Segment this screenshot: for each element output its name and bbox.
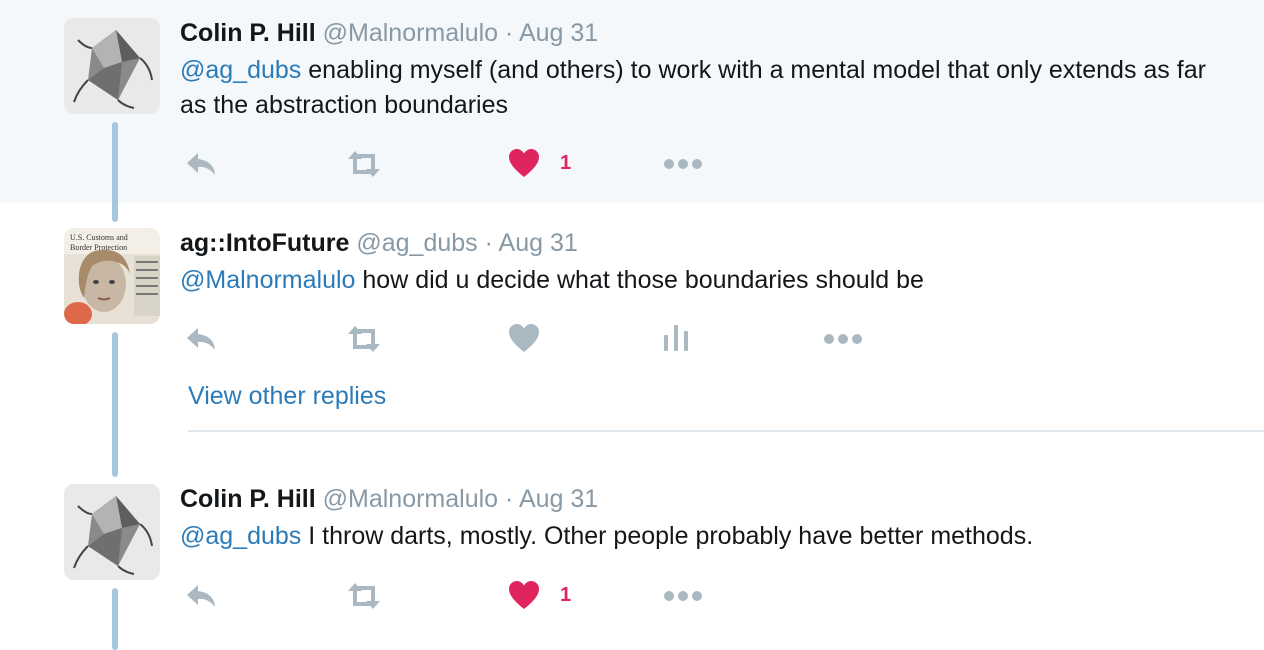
retweet-button[interactable] bbox=[344, 147, 384, 181]
username[interactable]: @Malnormalulo bbox=[323, 19, 498, 47]
tweet-body: enabling myself (and others) to work wit… bbox=[180, 56, 1206, 119]
heart-icon bbox=[509, 581, 539, 609]
tweet-header: Colin P. Hill @Malnormalulo · Aug 31 bbox=[180, 484, 598, 514]
timestamp[interactable]: Aug 31 bbox=[519, 19, 598, 47]
retweet-icon bbox=[348, 583, 380, 609]
tweet[interactable]: Colin P. Hill @Malnormalulo · Aug 31 @ag… bbox=[0, 0, 1264, 203]
heart-icon bbox=[509, 149, 539, 177]
more-button[interactable] bbox=[663, 147, 703, 181]
analytics-button[interactable] bbox=[662, 321, 690, 355]
separator: · bbox=[505, 19, 514, 47]
username[interactable]: @Malnormalulo bbox=[323, 485, 498, 513]
avatar[interactable] bbox=[64, 484, 160, 580]
divider bbox=[188, 430, 1264, 432]
view-other-replies-link[interactable]: View other replies bbox=[188, 380, 386, 412]
timestamp[interactable]: Aug 31 bbox=[499, 229, 578, 257]
tweet-header: ag::IntoFuture @ag_dubs · Aug 31 bbox=[180, 228, 578, 258]
retweet-icon bbox=[348, 151, 380, 177]
tweet[interactable]: Colin P. Hill @Malnormalulo · Aug 31 @ag… bbox=[0, 470, 1264, 650]
retweet-button[interactable] bbox=[344, 579, 384, 613]
analytics-icon bbox=[664, 325, 688, 351]
mention-link[interactable]: @ag_dubs bbox=[180, 56, 301, 84]
tweet[interactable]: U.S. Customs and Border Protection ag::I… bbox=[0, 203, 1264, 368]
like-count: 1 bbox=[560, 151, 572, 174]
retweet-button[interactable] bbox=[344, 322, 384, 356]
retweet-icon bbox=[348, 326, 380, 352]
tweet-body: I throw darts, mostly. Other people prob… bbox=[301, 522, 1034, 550]
reply-icon bbox=[187, 585, 215, 607]
more-icon bbox=[824, 334, 862, 344]
avatar[interactable] bbox=[64, 18, 160, 114]
username[interactable]: @ag_dubs bbox=[356, 229, 477, 257]
like-button[interactable] bbox=[508, 321, 540, 355]
reply-button[interactable] bbox=[184, 322, 218, 356]
reply-button[interactable] bbox=[184, 579, 218, 613]
timestamp[interactable]: Aug 31 bbox=[519, 485, 598, 513]
mention-link[interactable]: @ag_dubs bbox=[180, 522, 301, 550]
display-name[interactable]: Colin P. Hill bbox=[180, 19, 316, 47]
avatar[interactable]: U.S. Customs and Border Protection bbox=[64, 228, 160, 324]
like-button[interactable]: 1 bbox=[508, 578, 571, 612]
like-button[interactable]: 1 bbox=[508, 146, 571, 180]
tweet-body: how did u decide what those boundaries s… bbox=[355, 266, 924, 294]
more-icon bbox=[664, 159, 702, 169]
like-count: 1 bbox=[560, 583, 572, 606]
heart-icon bbox=[509, 324, 539, 352]
display-name[interactable]: ag::IntoFuture bbox=[180, 229, 349, 257]
reply-icon bbox=[187, 328, 215, 350]
display-name[interactable]: Colin P. Hill bbox=[180, 485, 316, 513]
svg-text:U.S. Customs and: U.S. Customs and bbox=[70, 233, 128, 242]
mention-link[interactable]: @Malnormalulo bbox=[180, 266, 355, 294]
more-icon bbox=[664, 591, 702, 601]
separator: · bbox=[505, 485, 514, 513]
more-button[interactable] bbox=[663, 579, 703, 613]
tweet-header: Colin P. Hill @Malnormalulo · Aug 31 bbox=[180, 18, 598, 48]
tweet-text: @ag_dubs enabling myself (and others) to… bbox=[180, 53, 1210, 123]
conversation-thread: Colin P. Hill @Malnormalulo · Aug 31 @ag… bbox=[0, 0, 1264, 650]
reply-button[interactable] bbox=[184, 147, 218, 181]
more-button[interactable] bbox=[823, 322, 863, 356]
separator: · bbox=[484, 229, 493, 257]
tweet-text: @Malnormalulo how did u decide what thos… bbox=[180, 263, 1210, 298]
reply-icon bbox=[187, 153, 215, 175]
tweet-text: @ag_dubs I throw darts, mostly. Other pe… bbox=[180, 519, 1210, 554]
